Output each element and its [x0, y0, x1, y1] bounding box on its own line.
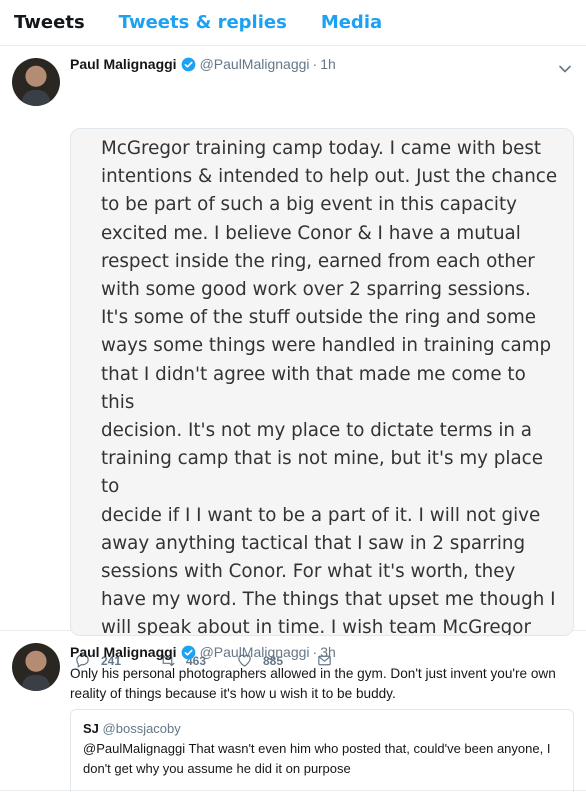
tab-tweets[interactable]: Tweets	[14, 12, 85, 33]
tab-tweets-and-replies[interactable]: Tweets & replies	[119, 12, 287, 33]
author-handle[interactable]: @PaulMalignaggi	[200, 56, 310, 72]
tweet[interactable]: Paul Malignaggi @PaulMalignaggi · 1h McG…	[0, 46, 586, 668]
author-name[interactable]: Paul Malignaggi	[70, 644, 177, 660]
author-name[interactable]: Paul Malignaggi	[70, 56, 177, 72]
avatar[interactable]	[12, 58, 60, 106]
profile-tabs: Tweets Tweets & replies Media	[0, 0, 586, 46]
tweet-image[interactable]: McGregor training camp today. I came wit…	[70, 128, 574, 636]
tweet-text: Only his personal photographers allowed …	[70, 666, 556, 701]
tab-media[interactable]: Media	[321, 12, 382, 33]
timestamp[interactable]: 1h	[320, 56, 336, 72]
quote-header: SJ @bossjacoby	[83, 721, 561, 736]
quote-author-name: SJ	[83, 721, 99, 736]
quote-author-handle: @bossjacoby	[102, 721, 181, 736]
author-handle[interactable]: @PaulMalignaggi	[200, 644, 310, 660]
chevron-down-icon[interactable]	[558, 62, 572, 76]
verified-icon	[181, 57, 195, 71]
separator-dot: ·	[312, 644, 318, 660]
image-text: McGregor training camp today. I came wit…	[101, 138, 558, 636]
tweet[interactable]: Paul Malignaggi @PaulMalignaggi · 3h Onl…	[0, 631, 586, 792]
separator-dot: ·	[312, 56, 318, 72]
verified-icon	[181, 645, 195, 659]
quote-text: @PaulMalignaggi That wasn't even him who…	[83, 741, 551, 776]
tweet-header: Paul Malignaggi @PaulMalignaggi · 1h	[70, 56, 336, 72]
timestamp[interactable]: 3h	[320, 644, 336, 660]
quoted-tweet[interactable]: SJ @bossjacoby @PaulMalignaggi That wasn…	[70, 709, 574, 792]
avatar[interactable]	[12, 643, 60, 691]
tweet-header: Paul Malignaggi @PaulMalignaggi · 3h	[70, 644, 336, 660]
